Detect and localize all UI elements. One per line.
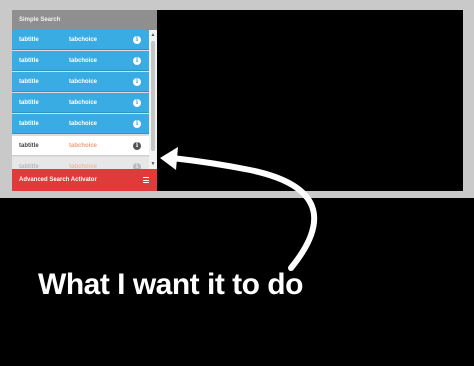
info-icon[interactable]: i [133,141,141,150]
list-item-title: tabtitle [19,142,39,149]
list-item-title: tabtitle [19,57,39,64]
list-item-title: tabtitle [19,78,39,85]
list-item-choice: tabchoice [69,120,98,127]
list-item-choice: tabchoice [69,57,98,64]
list-item[interactable]: tabtitle tabchoice i [12,72,149,92]
list-scrollbar[interactable]: ▲ ▼ [149,30,157,169]
list-item[interactable]: tabtitle tabchoice i [12,51,149,71]
list-item-choice: tabchoice [69,99,98,106]
panel-header-title: Simple Search [12,10,157,30]
info-icon[interactable]: i [133,98,141,107]
scroll-thumb[interactable] [151,41,155,151]
list-item[interactable]: tabtitle tabchoice i [12,30,149,50]
caption-text: What I want it to do [38,268,303,301]
tab-list: tabtitle tabchoice i tabtitle tabchoice … [12,30,149,169]
list-item[interactable]: tabtitle tabchoice i [12,93,149,113]
list-item-choice: tabchoice [69,78,98,85]
list-item-title: tabtitle [19,120,39,127]
info-icon[interactable]: i [133,119,141,128]
advanced-search-activator-button[interactable]: Advanced Search Activator [12,169,157,191]
hamburger-menu-icon[interactable] [143,177,149,183]
chevron-up-icon[interactable]: ▲ [149,32,157,38]
info-icon[interactable]: i [133,56,141,65]
list-item-choice: tabchoice [69,36,98,43]
list-item[interactable]: tabtitle tabchoice i [12,136,149,156]
footer-label: Advanced Search Activator [19,177,97,183]
list-item-choice: tabchoice [69,142,98,149]
list-item-title: tabtitle [19,36,39,43]
list-item[interactable]: tabtitle tabchoice i [12,114,149,134]
info-icon[interactable]: i [133,77,141,86]
chevron-down-icon[interactable]: ▼ [149,161,157,167]
list-item-title: tabtitle [19,99,39,106]
list-item[interactable]: tabtitle tabchoice i [12,157,149,169]
content-pane [157,10,463,191]
search-panel: Simple Search tabtitle tabchoice i tabti… [12,10,157,191]
info-icon[interactable]: i [133,35,141,44]
